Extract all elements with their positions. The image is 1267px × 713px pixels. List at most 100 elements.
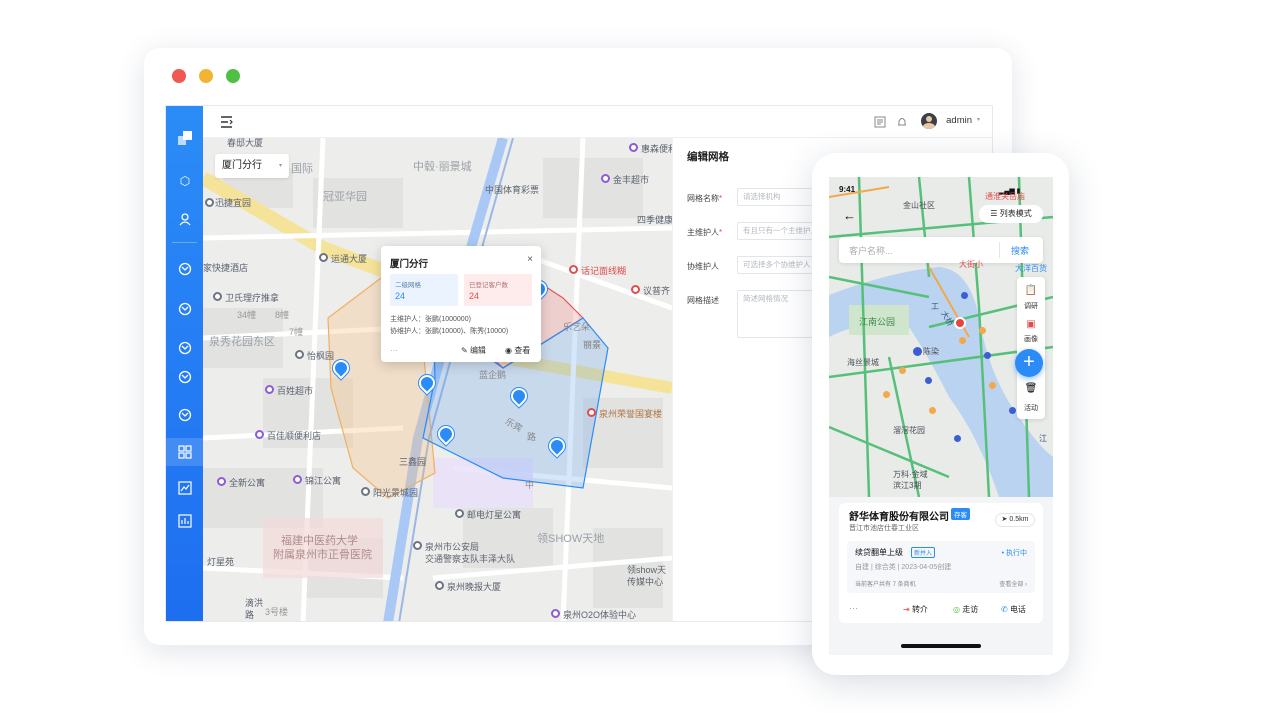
visit-button[interactable]: ◎ 走访 bbox=[953, 604, 978, 615]
customer-dot[interactable] bbox=[959, 337, 966, 344]
bell-icon[interactable] bbox=[896, 115, 908, 133]
poi-marker[interactable] bbox=[217, 477, 226, 486]
task-card[interactable]: 续贷翻单上级 新并入 • 执行中 自建 | 综合类 | 2023-04-05创建… bbox=[847, 541, 1035, 593]
compass-icon-4[interactable] bbox=[178, 370, 192, 384]
distance-badge[interactable]: ➤ 0.5km bbox=[995, 513, 1035, 527]
task-tag: 新并入 bbox=[911, 547, 936, 558]
chart-icon[interactable] bbox=[178, 481, 192, 495]
customer-dot[interactable] bbox=[954, 435, 961, 442]
map-label: 滨江3期 bbox=[893, 481, 922, 490]
close-window-dot[interactable] bbox=[172, 69, 186, 83]
view-all-link[interactable]: 查看全部 › bbox=[999, 579, 1027, 588]
list-mode-button[interactable]: ☰ 列表模式 bbox=[979, 205, 1043, 223]
poi-marker[interactable] bbox=[319, 253, 328, 262]
survey-icon[interactable]: 📋 bbox=[1017, 285, 1045, 296]
sidebar: ⬡ bbox=[166, 106, 203, 621]
poi-marker[interactable] bbox=[587, 408, 596, 417]
poi-marker[interactable] bbox=[265, 385, 274, 394]
visit-label: 走访 bbox=[962, 605, 979, 614]
selected-customer-dot[interactable] bbox=[954, 317, 966, 329]
customer-dot[interactable] bbox=[913, 347, 922, 356]
stat-value: 24 bbox=[395, 291, 406, 301]
main-keeper-label: 主维护人： bbox=[390, 316, 425, 323]
compass-icon-2[interactable] bbox=[178, 302, 192, 316]
main-keeper-label: 主维护人* bbox=[687, 227, 722, 238]
customer-card[interactable]: 舒华体育股份有限公司 存客 晋江市池店仕春工业区 ➤ 0.5km 续贷翻单上级 … bbox=[839, 503, 1043, 623]
customer-dot[interactable] bbox=[979, 327, 986, 334]
poi-marker[interactable] bbox=[629, 143, 638, 152]
customer-dot[interactable] bbox=[883, 391, 890, 398]
phone-map[interactable]: 9:41 ▂▄▆ ▮ 通淮关岳庙 ← ☰ 列表模式 客户名称... 搜索 金山社… bbox=[829, 177, 1053, 497]
notes-icon[interactable] bbox=[874, 115, 886, 133]
customer-dot[interactable] bbox=[899, 367, 906, 374]
map-label: 四季健康 bbox=[637, 215, 672, 225]
poi-marker[interactable] bbox=[569, 265, 578, 274]
poi-marker[interactable] bbox=[435, 581, 444, 590]
edit-button[interactable]: ✎ 编辑 bbox=[461, 345, 486, 356]
avatar[interactable] bbox=[921, 113, 937, 129]
user-icon[interactable] bbox=[178, 212, 192, 226]
map-label: 3号楼 bbox=[265, 607, 289, 617]
customer-dot[interactable] bbox=[984, 352, 991, 359]
map-label: 全新公寓 bbox=[229, 478, 266, 488]
add-button[interactable]: + bbox=[1015, 349, 1043, 377]
more-button[interactable]: ··· bbox=[849, 603, 858, 613]
bar-report-icon[interactable] bbox=[178, 514, 192, 528]
popup-title: 厦门分行 bbox=[390, 259, 429, 270]
map-label: 春邸大厦 bbox=[227, 138, 264, 148]
map-label: 传媒中心 bbox=[627, 577, 664, 587]
co-keeper-input[interactable]: 可选择多个协维护人 bbox=[737, 256, 817, 274]
call-button[interactable]: ✆ 电话 bbox=[1001, 604, 1026, 615]
sidebar-active-item[interactable] bbox=[166, 438, 203, 466]
map-label: 工 bbox=[931, 302, 939, 311]
branch-select[interactable]: 厦门分行 ▾ bbox=[215, 154, 289, 178]
compass-icon-3[interactable] bbox=[178, 341, 192, 355]
search-button[interactable]: 搜索 bbox=[1011, 244, 1029, 257]
map-label: 泉秀花园东区 bbox=[209, 336, 275, 348]
main-keeper-input[interactable]: 有且只有一个主维护人 bbox=[737, 222, 817, 240]
map-view[interactable]: 春邸大厦 国际 中毂·丽景城 冠亚华园 中国体育彩票 迅捷宜园 四季健康 惠森便… bbox=[203, 138, 672, 621]
desc-textarea[interactable]: 简述网格情况 bbox=[737, 290, 817, 338]
poi-marker[interactable] bbox=[295, 350, 304, 359]
tool-label: 调研 bbox=[1024, 303, 1038, 310]
minimize-window-dot[interactable] bbox=[199, 69, 213, 83]
poi-marker[interactable] bbox=[601, 174, 610, 183]
map-label: 三鑫园 bbox=[399, 457, 427, 467]
refer-icon: ⇥ bbox=[903, 605, 910, 614]
customer-dot[interactable] bbox=[989, 382, 996, 389]
back-arrow-icon[interactable]: ← bbox=[843, 208, 856, 223]
poi-marker[interactable] bbox=[361, 487, 370, 496]
grid-name-input[interactable]: 请选择机构 bbox=[737, 188, 817, 206]
poi-marker[interactable] bbox=[455, 509, 464, 518]
refer-button[interactable]: ⇥ 转介 bbox=[903, 604, 928, 615]
view-button[interactable]: ◉ 查看 bbox=[505, 345, 530, 356]
more-button[interactable]: ··· bbox=[390, 346, 398, 355]
customer-dot[interactable] bbox=[1009, 407, 1016, 414]
poi-marker[interactable] bbox=[205, 198, 214, 207]
poi-marker[interactable] bbox=[213, 292, 222, 301]
map-label: 溜滘花园 bbox=[893, 426, 925, 435]
customer-dot[interactable] bbox=[961, 292, 968, 299]
search-input[interactable]: 客户名称... bbox=[849, 244, 893, 257]
company-name: 舒华体育股份有限公司 bbox=[849, 512, 949, 523]
poi-marker[interactable] bbox=[255, 430, 264, 439]
task-status-text: 执行中 bbox=[1006, 550, 1027, 557]
close-icon[interactable]: × bbox=[527, 254, 533, 265]
menu-toggle-icon[interactable] bbox=[220, 115, 233, 133]
customer-dot[interactable] bbox=[925, 377, 932, 384]
map-label: 金丰超市 bbox=[613, 175, 650, 185]
chevron-down-icon[interactable]: ▾ bbox=[977, 116, 980, 123]
cube-icon[interactable]: ⬡ bbox=[178, 174, 192, 188]
customer-dot[interactable] bbox=[929, 407, 936, 414]
username-label[interactable]: admin bbox=[946, 115, 972, 126]
profile-icon[interactable]: ▣ bbox=[1017, 319, 1045, 330]
maximize-window-dot[interactable] bbox=[226, 69, 240, 83]
poi-marker[interactable] bbox=[631, 285, 640, 294]
compass-icon-5[interactable] bbox=[178, 408, 192, 422]
activity-icon[interactable]: 🗑 bbox=[1017, 383, 1045, 394]
map-label: 冠亚华园 bbox=[323, 191, 367, 203]
poi-marker[interactable] bbox=[551, 609, 560, 618]
poi-marker[interactable] bbox=[413, 541, 422, 550]
compass-icon-1[interactable] bbox=[178, 262, 192, 276]
poi-marker[interactable] bbox=[293, 475, 302, 484]
